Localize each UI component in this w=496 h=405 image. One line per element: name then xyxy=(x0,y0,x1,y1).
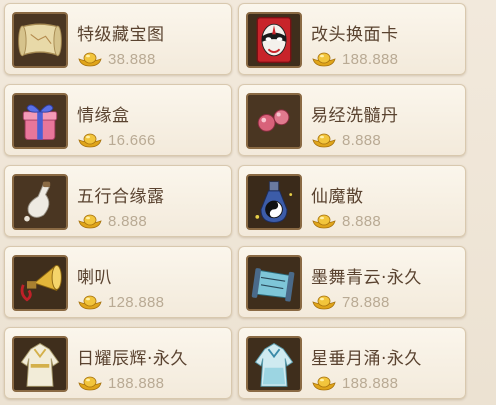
gold-ingot-icon xyxy=(312,133,336,148)
price-row: 188.888 xyxy=(311,373,398,393)
price-row: 128.888 xyxy=(77,292,164,312)
price-row: 188.888 xyxy=(77,373,164,393)
pills-icon xyxy=(246,93,302,149)
gramophone-horn-icon xyxy=(12,255,68,311)
item-name: 易经洗髓丹 xyxy=(311,106,399,126)
item-price: 8.888 xyxy=(342,131,382,149)
gold-ingot-icon xyxy=(312,214,336,229)
item-price: 188.888 xyxy=(342,50,399,68)
shop-item-card[interactable]: 仙魔散 8.888 xyxy=(238,165,466,237)
price-row: 8.888 xyxy=(311,211,381,231)
shop-item-card[interactable]: 易经洗髓丹 8.888 xyxy=(238,84,466,156)
scroll-mount-icon xyxy=(246,255,302,311)
blue-robe-outfit-icon xyxy=(246,336,302,392)
opera-mask-card-icon xyxy=(246,12,302,68)
robe-outfit-icon xyxy=(12,336,68,392)
shop-item-card[interactable]: 日耀辰辉·永久 188.888 xyxy=(4,327,232,399)
gift-box-icon xyxy=(12,93,68,149)
gold-ingot-icon xyxy=(312,376,336,391)
gold-ingot-icon xyxy=(78,52,102,67)
item-name: 情缘盒 xyxy=(77,106,130,126)
gold-ingot-icon xyxy=(312,295,336,310)
item-name: 仙魔散 xyxy=(311,187,364,207)
gold-ingot-icon xyxy=(78,295,102,310)
item-name: 改头换面卡 xyxy=(311,25,399,45)
shop-item-card[interactable]: 特级藏宝图 38.888 xyxy=(4,3,232,75)
shop-item-card[interactable]: 墨舞青云·永久 78.888 xyxy=(238,246,466,318)
gold-ingot-icon xyxy=(312,52,336,67)
item-shop-panel: 特级藏宝图 38.888 改头换面卡 188.888 情缘盒 16.666 易经… xyxy=(0,0,496,405)
item-name: 特级藏宝图 xyxy=(77,25,165,45)
item-grid: 特级藏宝图 38.888 改头换面卡 188.888 情缘盒 16.666 易经… xyxy=(0,0,496,405)
taiji-potion-icon xyxy=(246,174,302,230)
price-row: 16.666 xyxy=(77,130,156,150)
item-name: 墨舞青云·永久 xyxy=(311,268,422,288)
item-name: 星垂月涌·永久 xyxy=(311,349,422,369)
shop-item-card[interactable]: 五行合缘露 8.888 xyxy=(4,165,232,237)
shop-item-card[interactable]: 星垂月涌·永久 188.888 xyxy=(238,327,466,399)
item-price: 188.888 xyxy=(108,374,165,392)
item-price: 8.888 xyxy=(108,212,148,230)
price-row: 188.888 xyxy=(311,49,398,69)
shop-item-card[interactable]: 情缘盒 16.666 xyxy=(4,84,232,156)
price-row: 78.888 xyxy=(311,292,390,312)
item-name: 五行合缘露 xyxy=(77,187,165,207)
item-price: 78.888 xyxy=(342,293,390,311)
item-price: 38.888 xyxy=(108,50,156,68)
price-row: 8.888 xyxy=(77,211,147,231)
item-price: 188.888 xyxy=(342,374,399,392)
gourd-bottle-icon xyxy=(12,174,68,230)
item-price: 8.888 xyxy=(342,212,382,230)
item-name: 喇叭 xyxy=(77,268,112,288)
item-price: 128.888 xyxy=(108,293,165,311)
price-row: 8.888 xyxy=(311,130,381,150)
shop-item-card[interactable]: 喇叭 128.888 xyxy=(4,246,232,318)
price-row: 38.888 xyxy=(77,49,156,69)
item-name: 日耀辰辉·永久 xyxy=(77,349,188,369)
item-price: 16.666 xyxy=(108,131,156,149)
gold-ingot-icon xyxy=(78,376,102,391)
gold-ingot-icon xyxy=(78,133,102,148)
shop-item-card[interactable]: 改头换面卡 188.888 xyxy=(238,3,466,75)
gold-ingot-icon xyxy=(78,214,102,229)
treasure-map-icon xyxy=(12,12,68,68)
